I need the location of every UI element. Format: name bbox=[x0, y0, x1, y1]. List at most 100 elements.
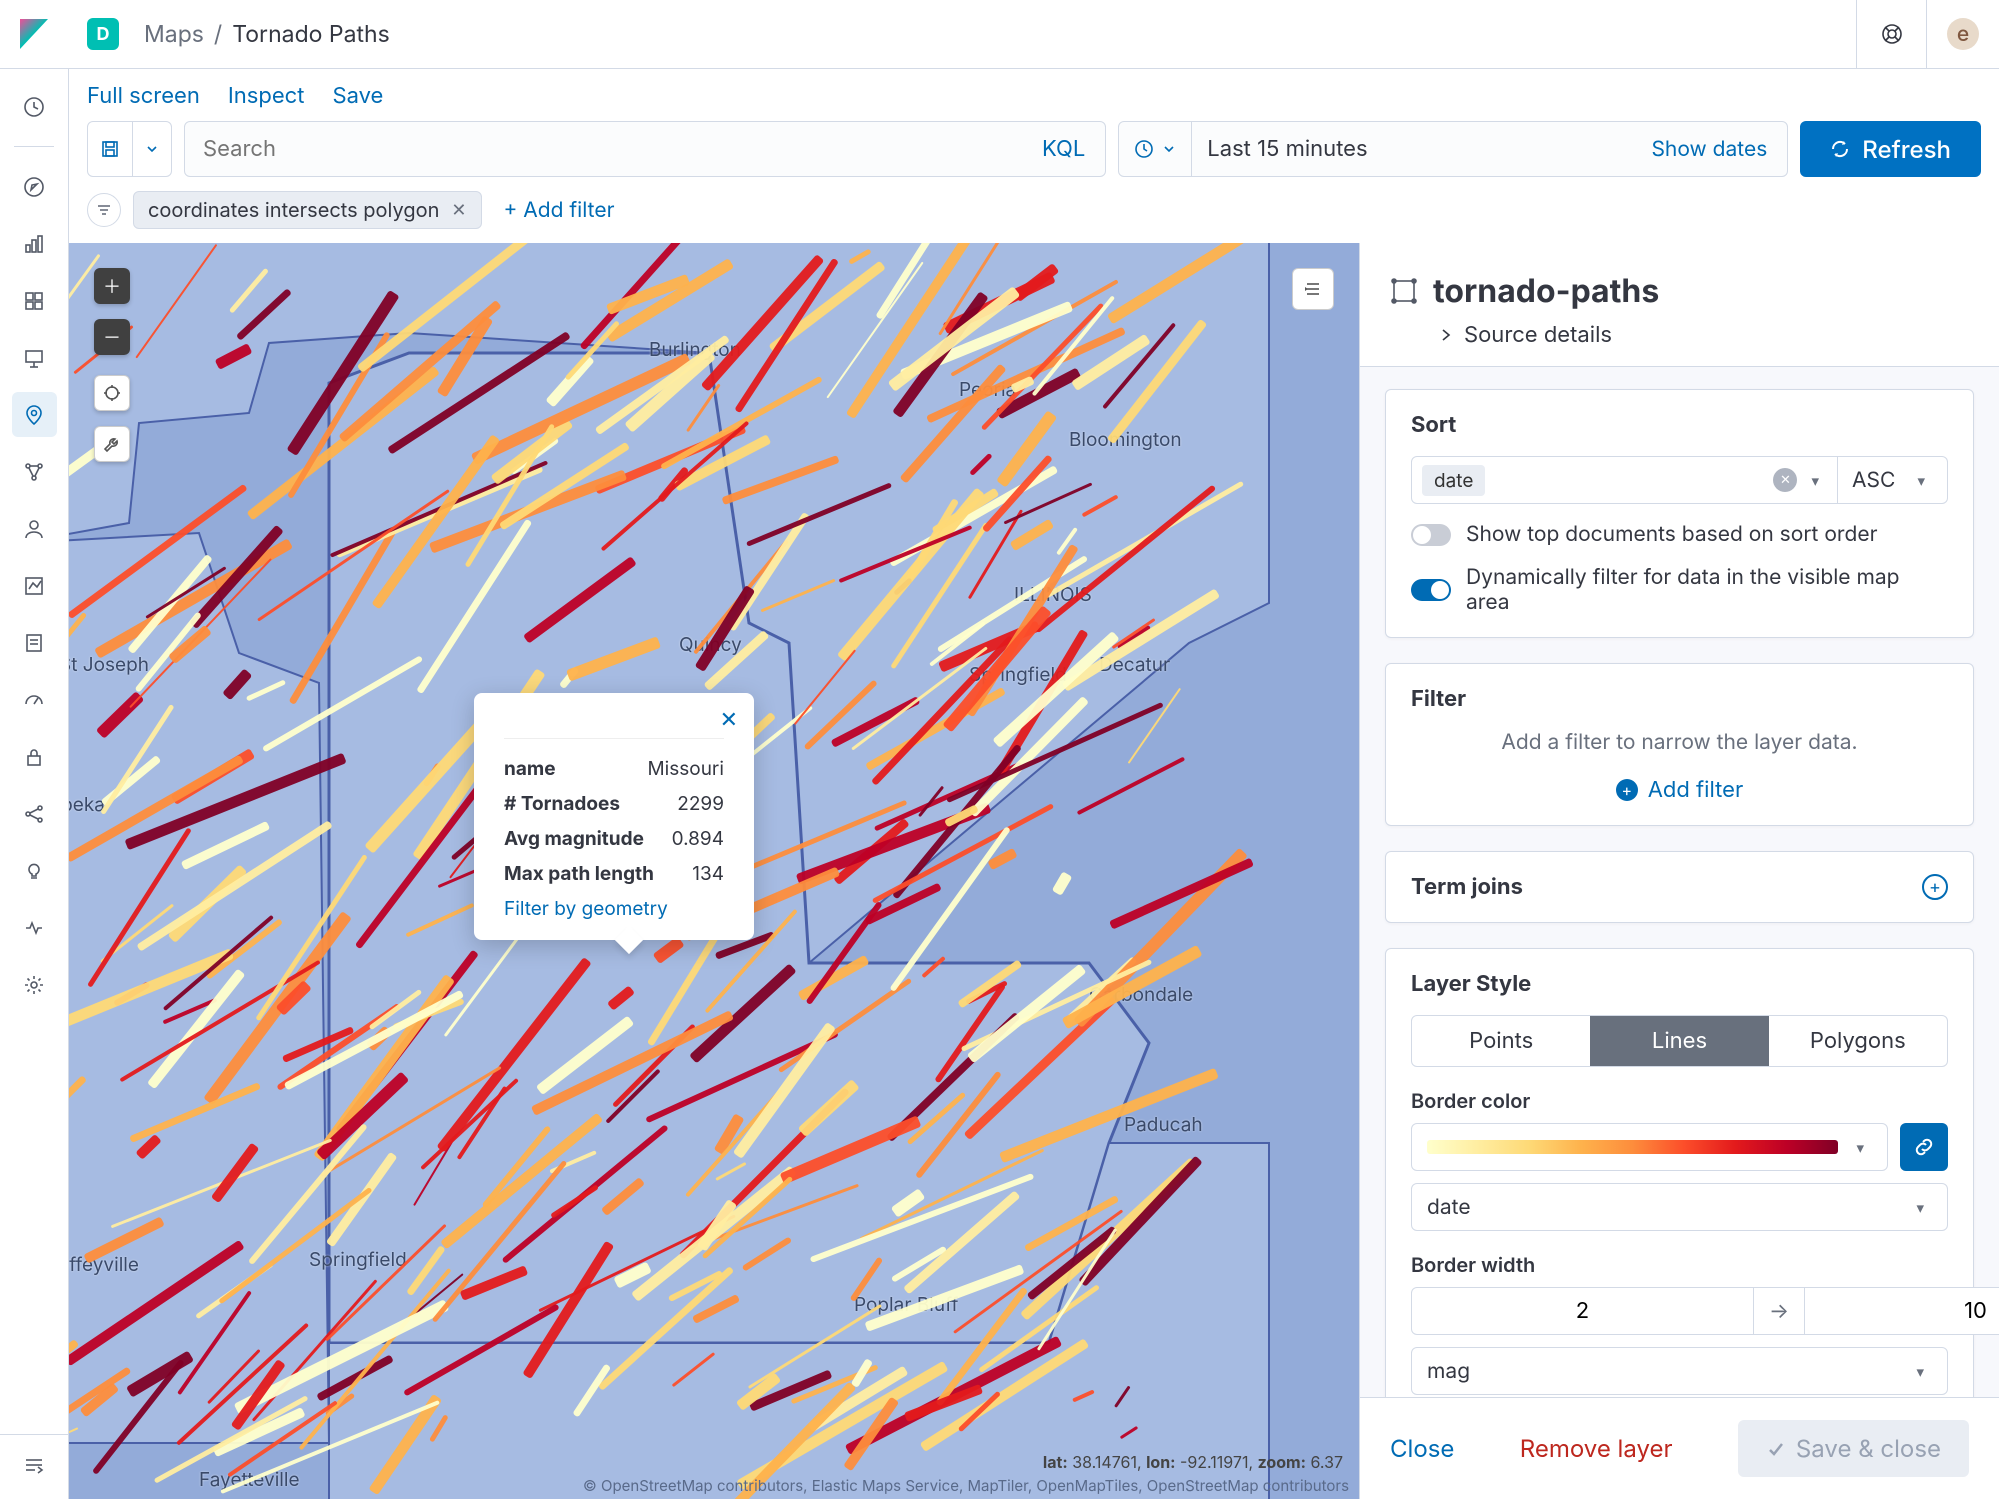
remove-filter-icon[interactable]: ✕ bbox=[451, 200, 466, 221]
popup-close-button[interactable]: ✕ bbox=[720, 707, 738, 733]
tab-lines[interactable]: Lines bbox=[1590, 1016, 1768, 1066]
bar-chart-icon bbox=[23, 233, 45, 255]
color-field-select[interactable]: date ▾ bbox=[1411, 1183, 1948, 1231]
filter-pill-text: coordinates intersects polygon bbox=[148, 198, 439, 222]
zoom-in-button[interactable]: ＋ bbox=[94, 268, 130, 304]
show-top-docs-toggle[interactable] bbox=[1411, 524, 1451, 546]
user-avatar[interactable]: e bbox=[1947, 18, 1979, 50]
date-picker: Last 15 minutes Show dates bbox=[1118, 121, 1788, 177]
sort-direction-select[interactable]: ASC ▾ bbox=[1838, 456, 1948, 504]
query-language-button[interactable]: KQL bbox=[1042, 136, 1105, 162]
nav-share-icon[interactable] bbox=[12, 791, 57, 836]
tab-points[interactable]: Points bbox=[1412, 1016, 1590, 1066]
nav-graph-icon[interactable] bbox=[12, 449, 57, 494]
close-panel-link[interactable]: Close bbox=[1390, 1434, 1454, 1463]
action-bar: Full screen Inspect Save bbox=[69, 69, 1999, 121]
map-pin-icon bbox=[23, 404, 45, 426]
breadcrumb-root[interactable]: Maps bbox=[144, 20, 204, 48]
arrow-right-icon: → bbox=[1754, 1287, 1804, 1335]
user-icon bbox=[23, 518, 45, 540]
heartbeat-icon bbox=[23, 917, 45, 939]
lock-icon bbox=[23, 746, 45, 768]
save-query-split-button[interactable] bbox=[87, 121, 172, 177]
city-label: Springfield bbox=[309, 1248, 407, 1271]
refresh-button[interactable]: Refresh bbox=[1800, 121, 1981, 177]
tab-polygons[interactable]: Polygons bbox=[1769, 1016, 1947, 1066]
filter-pill[interactable]: coordinates intersects polygon ✕ bbox=[133, 191, 482, 229]
width-min-input[interactable] bbox=[1411, 1287, 1754, 1335]
city-label: St Joseph bbox=[69, 653, 149, 676]
nav-collapse-button[interactable] bbox=[0, 1434, 68, 1479]
save-and-close-button[interactable]: Save & close bbox=[1738, 1420, 1969, 1477]
search-input[interactable] bbox=[185, 136, 1042, 162]
filter-by-geometry-link[interactable]: Filter by geometry bbox=[504, 897, 724, 920]
border-color-select[interactable]: ▾ bbox=[1411, 1123, 1888, 1171]
add-layer-filter-button[interactable]: + Add filter bbox=[1411, 777, 1948, 803]
clock-icon bbox=[23, 96, 45, 118]
tools-button[interactable] bbox=[94, 426, 130, 462]
remove-layer-link[interactable]: Remove layer bbox=[1520, 1434, 1673, 1463]
chevron-down-icon: ▾ bbox=[1803, 471, 1827, 490]
clear-sort-field-icon[interactable]: ✕ bbox=[1773, 468, 1797, 492]
metrics-icon bbox=[23, 575, 45, 597]
width-max-input[interactable] bbox=[1804, 1287, 1999, 1335]
nav-infra-icon[interactable] bbox=[12, 563, 57, 608]
source-details-toggle[interactable]: Source details bbox=[1438, 322, 1969, 348]
toggle-toc-button[interactable] bbox=[1292, 268, 1334, 310]
chevron-down-icon: ▾ bbox=[1848, 1138, 1872, 1157]
nav-dashboard-icon[interactable] bbox=[12, 278, 57, 323]
add-join-button[interactable]: + bbox=[1922, 874, 1948, 900]
nav-maps-icon[interactable] bbox=[12, 392, 57, 437]
easel-icon bbox=[23, 347, 45, 369]
nav-management-icon[interactable] bbox=[12, 962, 57, 1007]
map-canvas[interactable]: BurlingtonPeoriaBloomingtonQuincyILLINOI… bbox=[69, 243, 1359, 1499]
app-logo[interactable] bbox=[0, 0, 69, 69]
space-selector[interactable]: D bbox=[87, 18, 119, 50]
breadcrumb: Maps / Tornado Paths bbox=[144, 20, 390, 48]
nav-uptime-icon[interactable] bbox=[12, 905, 57, 950]
newsfeed-button[interactable] bbox=[1857, 0, 1927, 68]
nav-siem-icon[interactable] bbox=[12, 734, 57, 779]
logs-icon bbox=[23, 632, 45, 654]
nav-discover-icon[interactable] bbox=[12, 164, 57, 209]
wrench-icon bbox=[103, 435, 121, 453]
nav-recent-icon[interactable] bbox=[12, 84, 57, 129]
refresh-icon bbox=[1830, 139, 1850, 159]
city-label: Bloomington bbox=[1069, 428, 1182, 451]
show-dates-link[interactable]: Show dates bbox=[1651, 137, 1787, 162]
nav-visualize-icon[interactable] bbox=[12, 221, 57, 266]
save-link[interactable]: Save bbox=[332, 83, 383, 109]
sort-heading: Sort bbox=[1411, 412, 1948, 438]
sort-field-input[interactable]: date ✕ ▾ bbox=[1411, 456, 1838, 504]
zoom-out-button[interactable]: － bbox=[94, 319, 130, 355]
gear-icon bbox=[23, 974, 45, 996]
date-range-text[interactable]: Last 15 minutes bbox=[1192, 122, 1651, 176]
width-field-select[interactable]: mag ▾ bbox=[1411, 1347, 1948, 1395]
chevron-down-icon: ▾ bbox=[1909, 471, 1933, 490]
quick-select-button[interactable] bbox=[1119, 122, 1192, 176]
inspect-link[interactable]: Inspect bbox=[228, 83, 305, 109]
popup-row: Max path length134 bbox=[504, 862, 724, 885]
nav-dev-icon[interactable] bbox=[12, 848, 57, 893]
color-link-button[interactable] bbox=[1900, 1123, 1948, 1171]
side-nav bbox=[0, 69, 69, 1499]
fullscreen-link[interactable]: Full screen bbox=[87, 83, 200, 109]
graph-icon bbox=[23, 461, 45, 483]
map-coordinates: lat: 38.14761, lon: -92.11971, zoom: 6.3… bbox=[1037, 1450, 1349, 1474]
nav-ml-icon[interactable] bbox=[12, 506, 57, 551]
layer-settings-panel: tornado-paths Source details Sort date ✕ bbox=[1359, 243, 1999, 1499]
city-label: Coffeyville bbox=[69, 1253, 139, 1276]
nav-canvas-icon[interactable] bbox=[12, 335, 57, 380]
fit-to-data-button[interactable] bbox=[94, 375, 130, 411]
layer-title: tornado-paths bbox=[1433, 271, 1659, 310]
compass-icon bbox=[23, 176, 45, 198]
header-right: e bbox=[1856, 0, 1999, 68]
nav-logs-icon[interactable] bbox=[12, 620, 57, 665]
map-attribution: © OpenStreetMap contributors, Elastic Ma… bbox=[583, 1476, 1349, 1495]
layer-style-card: Layer Style Points Lines Polygons Border… bbox=[1385, 948, 1974, 1397]
nav-apm-icon[interactable] bbox=[12, 677, 57, 722]
filter-heading: Filter bbox=[1411, 686, 1948, 712]
filter-options-button[interactable] bbox=[87, 193, 121, 227]
dynamic-filter-toggle[interactable] bbox=[1411, 579, 1451, 601]
add-filter-link[interactable]: + Add filter bbox=[504, 198, 615, 223]
